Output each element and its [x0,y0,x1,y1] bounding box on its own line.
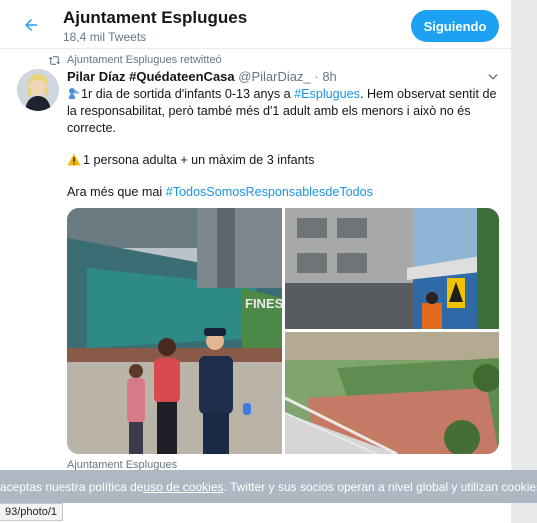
avatar[interactable] [17,69,59,111]
arrow-left-icon [25,19,37,31]
following-button[interactable]: Siguiendo [411,10,499,42]
photo-2-checkpoint[interactable] [285,208,499,329]
paragraph-1-text: 1r dia de sortida d'infants 0-13 anys a [81,87,295,101]
cookie-policy-link[interactable]: uso de cookies [143,480,223,494]
separator-dot: · [314,69,319,84]
hashtag-todos-somos-responsables[interactable]: #TodosSomosResponsablesdeTodos [166,185,373,199]
cookie-text-start: aceptas nuestra política de [0,479,144,494]
header-divider [0,48,512,49]
tweet-media-grid: FINES [67,208,499,454]
author-name[interactable]: Pilar Díaz #QuédateenCasa [67,69,235,84]
tweet-header: Pilar Díaz #QuédateenCasa @PilarDiaz_ · … [67,69,337,84]
paragraph-3-text: Ara més que mai [67,185,166,199]
photo-3-empty-park[interactable] [284,332,499,454]
warning-icon [67,153,81,166]
cookie-consent-bar: aceptas nuestra política de uso de cooki… [0,470,537,503]
chevron-down-icon [488,74,498,80]
retweet-icon [48,55,61,65]
browser-status-url: 93/photo/1 [0,503,63,521]
browser-viewport: Ajuntament Esplugues 18,4 mil Tweets Sig… [0,0,537,523]
media-grid-graphic: FINES [67,208,499,454]
hashtag-esplugues[interactable]: #Esplugues [294,87,360,101]
tweet-paragraph-2: 1 persona adulta + un màxim de 3 infants [67,152,501,169]
tweet-paragraph-3: Ara més que mai #TodosSomosResponsablesd… [67,184,501,201]
account-name: Ajuntament Esplugues [63,8,248,27]
retweet-note: Ajuntament Esplugues retwitteó [67,54,222,66]
tweet-menu-button[interactable] [486,70,500,84]
cookie-text-end: . Twitter y sus socios operan a nivel gl… [223,479,537,494]
photo-1-street-scene[interactable]: FINES [67,208,284,454]
author-photo [17,69,59,111]
photo-sign: FINES [245,296,284,311]
retweet-context: Ajuntament Esplugues retwitteó [48,53,222,67]
tweet-paragraph-1: 1r dia de sortida d'infants 0-13 anys a … [67,86,501,137]
profile-header: Ajuntament Esplugues 18,4 mil Tweets Sig… [0,0,512,48]
author-handle[interactable]: @PilarDiaz_ [238,69,310,84]
tweet-time[interactable]: 8h [322,69,336,84]
child-emoji-icon [69,88,80,99]
paragraph-2-text: 1 persona adulta + un màxim de 3 infants [83,153,315,167]
tweet-count: 18,4 mil Tweets [63,30,147,44]
profile-timeline-column: Ajuntament Esplugues 18,4 mil Tweets Sig… [0,0,512,523]
back-button[interactable] [18,12,44,38]
tweet-text: 1r dia de sortida d'infants 0-13 anys a … [67,86,501,201]
